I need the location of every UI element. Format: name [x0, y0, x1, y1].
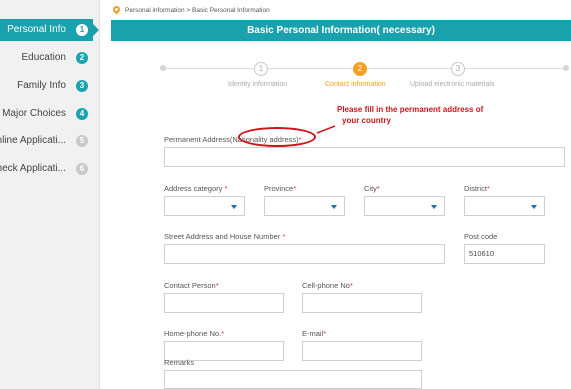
street-address-input[interactable] — [164, 244, 445, 264]
sidebar: Personal Info 1 Education 2 Family Info … — [0, 0, 100, 389]
sidebar-item-education[interactable]: Education 2 — [0, 47, 100, 69]
remarks-input[interactable] — [164, 370, 422, 389]
required-marker: * — [222, 184, 228, 193]
step-number-badge: 1 — [76, 24, 88, 36]
sidebar-item-label: Major Choices — [2, 108, 66, 119]
contact-person-input[interactable] — [164, 293, 284, 313]
sidebar-item-online-application[interactable]: Online Applicati... 5 — [0, 130, 100, 152]
required-marker: * — [376, 184, 380, 193]
province-label-text: Province — [264, 184, 294, 193]
sidebar-item-label: Education — [21, 52, 66, 63]
cellphone-input[interactable] — [302, 293, 422, 313]
sidebar-item-major-choices[interactable]: Major Choices 4 — [0, 103, 100, 125]
city-label: City* — [364, 184, 380, 193]
step-number-badge: 5 — [76, 135, 88, 147]
required-marker: * — [221, 329, 225, 338]
sidebar-item-family-info[interactable]: Family Info 3 — [0, 75, 100, 97]
breadcrumb-text: Personal information > Basic Personal In… — [125, 7, 270, 14]
chevron-down-icon — [431, 205, 437, 209]
breadcrumb: Personal information > Basic Personal In… — [111, 4, 270, 18]
city-label-text: City — [364, 184, 377, 193]
sidebar-item-label: Check Applicati... — [0, 163, 66, 174]
page-title: Basic Personal Information( necessary) — [111, 20, 571, 41]
required-marker: * — [280, 232, 286, 241]
email-label: E-mail* — [302, 329, 326, 338]
required-marker: * — [486, 184, 490, 193]
cellphone-label: Cell-phone No* — [302, 281, 353, 290]
cellphone-label-text: Cell-phone No — [302, 281, 350, 290]
email-input[interactable] — [302, 341, 422, 361]
contact-person-label: Contact Person* — [164, 281, 219, 290]
address-category-label: Address category * — [164, 184, 227, 193]
street-address-label-text: Street Address and House Number — [164, 232, 281, 241]
address-category-select[interactable] — [164, 196, 245, 216]
annotation-line-1: Please fill in the permanent address of — [337, 105, 484, 114]
post-code-label: Post code — [464, 232, 498, 241]
email-label-text: E-mail — [302, 329, 324, 338]
homephone-label-text: Home-phone No. — [164, 329, 222, 338]
annotation-note: Please fill in the permanent address of … — [337, 104, 507, 126]
step-number-badge: 2 — [76, 52, 88, 64]
main-panel: Basic Personal Information( necessary) 1… — [111, 20, 571, 389]
step-number-badge: 6 — [76, 163, 88, 175]
sidebar-item-personal-info[interactable]: Personal Info 1 — [0, 19, 99, 41]
chevron-down-icon — [531, 205, 537, 209]
district-select[interactable] — [464, 196, 545, 216]
street-address-label: Street Address and House Number * — [164, 232, 285, 241]
province-label: Province* — [264, 184, 296, 193]
sidebar-item-label: Family Info — [17, 80, 66, 91]
homephone-label: Home-phone No.* — [164, 329, 224, 338]
sidebar-item-label: Personal Info — [7, 24, 66, 35]
district-label-text: District — [464, 184, 487, 193]
chevron-down-icon — [331, 205, 337, 209]
post-code-input[interactable]: 510610 — [464, 244, 545, 264]
city-select[interactable] — [364, 196, 445, 216]
required-marker: * — [323, 329, 327, 338]
contact-person-label-text: Contact Person — [164, 281, 216, 290]
location-pin-icon — [111, 4, 122, 15]
required-marker: * — [293, 184, 297, 193]
form-content: 1 Identity information 2 Contact informa… — [111, 41, 571, 389]
province-select[interactable] — [264, 196, 345, 216]
sidebar-item-label: Online Applicati... — [0, 135, 66, 146]
chevron-down-icon — [231, 205, 237, 209]
district-label: District* — [464, 184, 490, 193]
sidebar-item-check-application[interactable]: Check Applicati... 6 — [0, 158, 100, 180]
address-category-label-text: Address category — [164, 184, 223, 193]
step-number-badge: 3 — [76, 80, 88, 92]
required-marker: * — [215, 281, 219, 290]
remarks-label: Remarks — [164, 358, 195, 367]
step-number-badge: 4 — [76, 108, 88, 120]
annotation-line-2: your country — [342, 116, 391, 125]
required-marker: * — [349, 281, 353, 290]
